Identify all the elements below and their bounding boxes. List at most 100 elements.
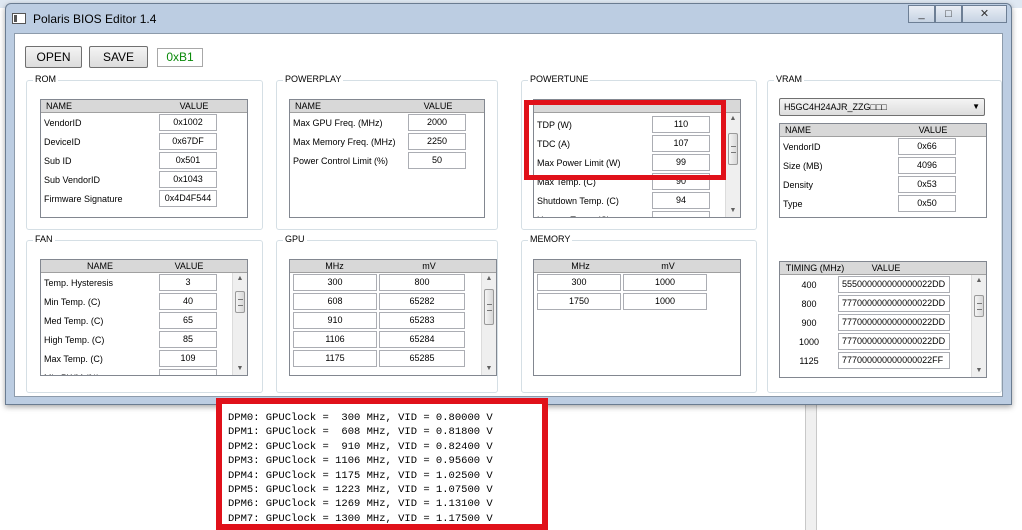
fan-row-value-field[interactable]: 40 xyxy=(159,293,217,310)
timing-row-mhz: 1125 xyxy=(799,355,819,366)
fan-row: High Temp. (C) 85 xyxy=(41,330,247,349)
timing-scrollbar[interactable]: ▲ ▼ xyxy=(971,275,986,377)
gpu-row-mhz-field[interactable]: 300 xyxy=(293,274,377,291)
scroll-up-arrow-icon[interactable]: ▲ xyxy=(972,275,986,287)
timing-row: 900 777000000000000022DD xyxy=(780,313,986,332)
fan-row-name: High Temp. (C) xyxy=(44,334,105,345)
title-bar[interactable]: Polaris BIOS Editor 1.4 _ □ ✕ xyxy=(6,4,1011,32)
timing-row-value-field[interactable]: 555000000000000022DD xyxy=(838,276,950,293)
gpu-row-mv-field[interactable]: 65283 xyxy=(379,312,465,329)
gpu-row-mhz-field[interactable]: 910 xyxy=(293,312,377,329)
vram-row: Size (MB) 4096 xyxy=(780,156,986,175)
scroll-down-arrow-icon[interactable]: ▼ xyxy=(726,205,740,217)
memory-group-title: MEMORY xyxy=(528,234,573,244)
vram-col-name: NAME xyxy=(785,125,812,135)
scroll-thumb[interactable] xyxy=(974,295,984,317)
maximize-button[interactable]: □ xyxy=(935,5,962,23)
powerplay-row: Power Control Limit (%) 50 xyxy=(290,151,484,170)
open-button[interactable]: OPEN xyxy=(25,46,82,68)
fan-row: Med Temp. (C) 65 xyxy=(41,311,247,330)
memory-row-mhz-field[interactable]: 300 xyxy=(537,274,621,291)
powerplay-row-value-field[interactable]: 2250 xyxy=(408,133,466,150)
scroll-thumb[interactable] xyxy=(235,291,245,313)
memory-row-mhz-field[interactable]: 1750 xyxy=(537,293,621,310)
powerplay-row-value-field[interactable]: 2000 xyxy=(408,114,466,131)
rom-row-value-field[interactable]: 0x67DF xyxy=(159,133,217,150)
timing-col-mhz: TIMING (MHz) xyxy=(785,263,845,273)
gpu-row-mv-field[interactable]: 65282 xyxy=(379,293,465,310)
powerplay-row: Max GPU Freq. (MHz) 2000 xyxy=(290,113,484,132)
memory-group: MEMORY MHz mV 300 1000 1750 1000 xyxy=(521,234,757,393)
memory-row-mv-field[interactable]: 1000 xyxy=(623,293,707,310)
app-icon xyxy=(12,13,26,24)
fan-scrollbar[interactable]: ▲ ▼ xyxy=(232,273,247,375)
console-line: DPM2: GPUClock = 910 MHz, VID = 0.82400 … xyxy=(228,440,493,453)
timing-row-value-field[interactable]: 777000000000000022DD xyxy=(838,295,950,312)
console-line: DPM7: GPUClock = 1300 MHz, VID = 1.17500… xyxy=(228,512,493,525)
minimize-button[interactable]: _ xyxy=(908,5,935,23)
rom-row: VendorID 0x1002 xyxy=(41,113,247,132)
fan-row-value-field[interactable]: 109 xyxy=(159,350,217,367)
console-line: DPM0: GPUClock = 300 MHz, VID = 0.80000 … xyxy=(228,412,493,424)
scroll-down-arrow-icon[interactable]: ▼ xyxy=(482,363,496,375)
scroll-down-arrow-icon[interactable]: ▼ xyxy=(233,363,247,375)
rom-grid-header: NAME VALUE xyxy=(41,100,247,113)
powerplay-row: Max Memory Freq. (MHz) 2250 xyxy=(290,132,484,151)
rom-row-value-field[interactable]: 0x4D4F544 xyxy=(159,190,217,207)
powertune-highlight-box xyxy=(524,100,726,180)
checksum-value: 0xB1 xyxy=(157,48,203,67)
gpu-row-mhz-field[interactable]: 608 xyxy=(293,293,377,310)
vram-row-value-field[interactable]: 0x50 xyxy=(898,195,956,212)
close-button[interactable]: ✕ xyxy=(962,5,1007,23)
rom-grid: NAME VALUE VendorID 0x1002 DeviceID 0x67DF S… xyxy=(40,99,248,218)
powertune-scrollbar[interactable]: ▲ ▼ xyxy=(725,113,740,217)
gpu-row-mv-field[interactable]: 65284 xyxy=(379,331,465,348)
powertune-row-value-field[interactable] xyxy=(652,211,710,217)
window-title: Polaris BIOS Editor 1.4 xyxy=(33,12,157,26)
memory-grid: MHz mV 300 1000 1750 1000 xyxy=(533,259,741,376)
rom-row-name: DeviceID xyxy=(44,136,81,147)
timing-row-value-field[interactable]: 777000000000000022DD xyxy=(838,333,950,350)
vram-row-value-field[interactable]: 4096 xyxy=(898,157,956,174)
powerplay-group-title: POWERPLAY xyxy=(283,74,344,84)
fan-row-name: Max Temp. (C) xyxy=(44,353,103,364)
scroll-thumb[interactable] xyxy=(484,289,494,325)
vram-row-value-field[interactable]: 0x53 xyxy=(898,176,956,193)
gpu-row-mv-field[interactable]: 65285 xyxy=(379,350,465,367)
rom-row-value-field[interactable]: 0x1043 xyxy=(159,171,217,188)
gpu-scrollbar[interactable]: ▲ ▼ xyxy=(481,273,496,375)
powertune-row-name: Hotspot Temp. (C) xyxy=(534,215,652,218)
gpu-row-mv-field[interactable]: 800 xyxy=(379,274,465,291)
memory-row-mv-field[interactable]: 1000 xyxy=(623,274,707,291)
fan-row-value-field[interactable]: 85 xyxy=(159,331,217,348)
scroll-down-arrow-icon[interactable]: ▼ xyxy=(972,365,986,377)
vram-row-value-field[interactable]: 0x66 xyxy=(898,138,956,155)
scroll-up-arrow-icon[interactable]: ▲ xyxy=(482,273,496,285)
timing-row: 800 777000000000000022DD xyxy=(780,294,986,313)
vram-chip-select[interactable]: H5GC4H24AJR_ZZG□□□ ▼ xyxy=(779,98,985,116)
save-button[interactable]: SAVE xyxy=(89,46,148,68)
vram-group: VRAM H5GC4H24AJR_ZZG□□□ ▼ NAME VALUE Ven… xyxy=(767,74,1002,393)
powertune-row-value-field[interactable]: 94 xyxy=(652,192,710,209)
fan-row-value-field[interactable]: 65 xyxy=(159,312,217,329)
timing-row-value-field[interactable]: 777000000000000022FF xyxy=(838,352,950,369)
timing-row-value-field[interactable]: 777000000000000022DD xyxy=(838,314,950,331)
rom-row-value-field[interactable]: 0x501 xyxy=(159,152,217,169)
powerplay-row-value-field[interactable]: 50 xyxy=(408,152,466,169)
gpu-row-mhz-field[interactable]: 1175 xyxy=(293,350,377,367)
fan-row-name: Min Temp. (C) xyxy=(44,296,101,307)
fan-row-value-field[interactable] xyxy=(159,369,217,375)
fan-group: FAN NAME VALUE Temp. Hysteresis 3 Min Temp… xyxy=(26,234,263,393)
gpu-col-mv: mV xyxy=(422,261,436,271)
scroll-up-arrow-icon[interactable]: ▲ xyxy=(233,273,247,285)
powerplay-col-name: NAME xyxy=(295,101,322,111)
scroll-thumb[interactable] xyxy=(728,133,738,165)
powertune-row: Shutdown Temp. (C) 94 xyxy=(534,191,740,210)
powertune-group-title: POWERTUNE xyxy=(528,74,591,84)
fan-row-value-field[interactable]: 3 xyxy=(159,274,217,291)
rom-row-value-field[interactable]: 0x1002 xyxy=(159,114,217,131)
gpu-row-mhz-field[interactable]: 1106 xyxy=(293,331,377,348)
gpu-group: GPU MHz mV 300 800 608 65282 910 65283 1106 652… xyxy=(276,234,498,393)
scroll-up-arrow-icon[interactable]: ▲ xyxy=(726,113,740,125)
vram-row-name: VendorID xyxy=(783,141,821,152)
